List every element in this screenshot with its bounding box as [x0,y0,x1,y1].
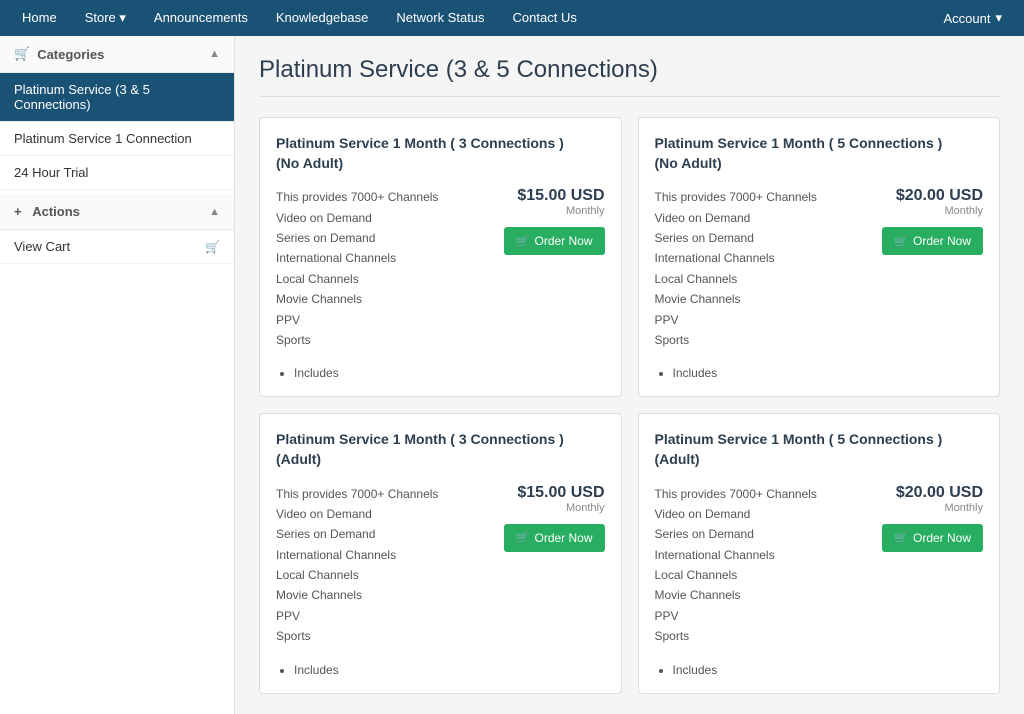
page-title: Platinum Service (3 & 5 Connections) [259,56,1000,97]
order-cart-icon-p4: 🛒 [894,531,908,544]
includes-label-p3: Includes [294,663,605,677]
product-grid: Platinum Service 1 Month ( 3 Connections… [259,117,1000,694]
product-pricing-p4: $20.00 USD Monthly 🛒 Order Now [882,484,983,647]
main-content: Platinum Service (3 & 5 Connections) Pla… [235,36,1024,714]
product-price-p2: $20.00 USD [896,187,983,205]
account-label: Account [943,11,990,26]
product-period-p4: Monthly [944,502,983,514]
view-cart-icon: 🛒 [205,240,220,254]
includes-section-p4: Includes [655,659,984,677]
product-body-p3: This provides 7000+ ChannelsVideo on Dem… [276,484,605,647]
product-card-p4: Platinum Service 1 Month ( 5 Connections… [638,413,1001,693]
order-button-p1[interactable]: 🛒 Order Now [504,227,605,255]
nav-store[interactable]: Store ▾ [71,0,140,36]
product-pricing-p2: $20.00 USD Monthly 🛒 Order Now [882,187,983,350]
order-button-p4[interactable]: 🛒 Order Now [882,524,983,552]
includes-label-p2: Includes [673,366,984,380]
includes-section-p1: Includes [276,362,605,380]
product-title-p3: Platinum Service 1 Month ( 3 Connections… [276,430,605,469]
cart-icon: 🛒 [14,46,30,62]
nav-network-status[interactable]: Network Status [382,0,498,36]
nav-contact-us[interactable]: Contact Us [499,0,591,36]
product-body-p1: This provides 7000+ ChannelsVideo on Dem… [276,187,605,350]
nav-announcements[interactable]: Announcements [140,0,262,36]
product-card-p3: Platinum Service 1 Month ( 3 Connections… [259,413,622,693]
product-card-p1: Platinum Service 1 Month ( 3 Connections… [259,117,622,397]
plus-icon: + [14,204,22,219]
includes-label-p4: Includes [673,663,984,677]
product-title-p1: Platinum Service 1 Month ( 3 Connections… [276,134,605,173]
product-features-p3: This provides 7000+ ChannelsVideo on Dem… [276,484,492,647]
product-features-p2: This provides 7000+ ChannelsVideo on Dem… [655,187,871,350]
product-title-p2: Platinum Service 1 Month ( 5 Connections… [655,134,984,173]
sidebar-item-platinum-3-5[interactable]: Platinum Service (3 & 5 Connections) [0,73,234,122]
categories-chevron: ▲ [209,48,220,60]
product-price-p4: $20.00 USD [896,484,983,502]
product-pricing-p3: $15.00 USD Monthly 🛒 Order Now [504,484,605,647]
product-period-p2: Monthly [944,205,983,217]
main-nav: Home Store ▾ Announcements Knowledgebase… [0,0,1024,36]
order-cart-icon-p3: 🛒 [516,531,530,544]
nav-home[interactable]: Home [8,0,71,36]
includes-section-p3: Includes [276,659,605,677]
categories-section-header[interactable]: 🛒 Categories ▲ [0,36,234,73]
order-cart-icon-p2: 🛒 [894,235,908,248]
order-cart-icon-p1: 🛒 [516,235,530,248]
product-features-p4: This provides 7000+ ChannelsVideo on Dem… [655,484,871,647]
product-price-p3: $15.00 USD [517,484,604,502]
nav-account[interactable]: Account ▾ [929,10,1016,26]
sidebar-item-platinum-1[interactable]: Platinum Service 1 Connection [0,122,234,156]
main-container: 🛒 Categories ▲ Platinum Service (3 & 5 C… [0,36,1024,714]
product-body-p4: This provides 7000+ ChannelsVideo on Dem… [655,484,984,647]
sidebar-item-view-cart[interactable]: View Cart 🛒 [0,230,234,264]
order-button-p2[interactable]: 🛒 Order Now [882,227,983,255]
product-pricing-p1: $15.00 USD Monthly 🛒 Order Now [504,187,605,350]
actions-section-header[interactable]: + Actions ▲ [0,194,234,230]
product-price-p1: $15.00 USD [517,187,604,205]
categories-label: 🛒 Categories [14,46,104,62]
actions-chevron: ▲ [209,206,220,218]
order-button-p3[interactable]: 🛒 Order Now [504,524,605,552]
product-title-p4: Platinum Service 1 Month ( 5 Connections… [655,430,984,469]
sidebar-item-24-hour[interactable]: 24 Hour Trial [0,156,234,190]
product-card-p2: Platinum Service 1 Month ( 5 Connections… [638,117,1001,397]
product-features-p1: This provides 7000+ ChannelsVideo on Dem… [276,187,492,350]
nav-knowledgebase[interactable]: Knowledgebase [262,0,383,36]
account-dropdown-arrow: ▾ [995,10,1002,26]
actions-label: + Actions [14,204,80,219]
includes-label-p1: Includes [294,366,605,380]
product-period-p3: Monthly [566,502,605,514]
includes-section-p2: Includes [655,362,984,380]
product-period-p1: Monthly [566,205,605,217]
product-body-p2: This provides 7000+ ChannelsVideo on Dem… [655,187,984,350]
sidebar: 🛒 Categories ▲ Platinum Service (3 & 5 C… [0,36,235,714]
